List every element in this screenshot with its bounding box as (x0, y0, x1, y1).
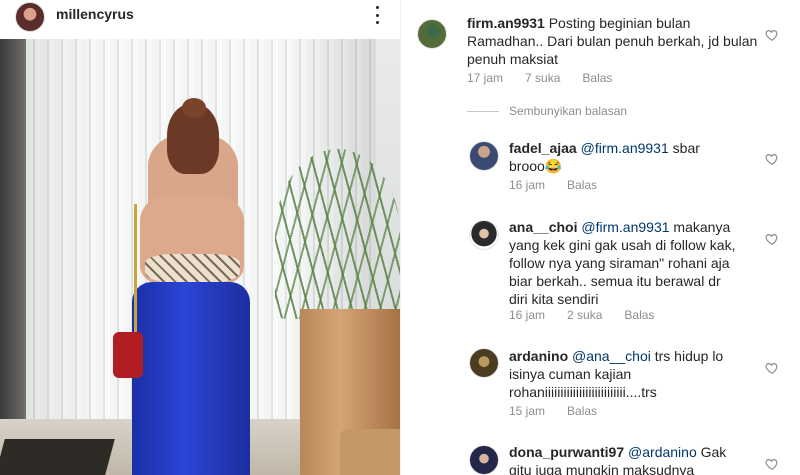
mention-link[interactable]: @firm.an9931 (581, 219, 669, 235)
hide-replies-button[interactable]: Sembunyikan balasan (467, 104, 627, 118)
plant (275, 149, 400, 319)
comment-meta: 17 jam 7 suka Balas (467, 71, 612, 85)
heart-icon[interactable] (765, 232, 779, 246)
post-avatar[interactable] (15, 2, 45, 32)
heart-icon[interactable] (765, 152, 779, 166)
reply-text: dona_purwanti97 @ardanino Gak gitu juga … (509, 443, 739, 475)
post-header: millencyrus (0, 0, 400, 36)
post-photo[interactable] (0, 39, 400, 475)
person-figure (113, 98, 260, 475)
reply-meta: 16 jam Balas (509, 178, 597, 192)
avatar[interactable] (469, 141, 499, 171)
reply-username[interactable]: ana__choi (509, 219, 577, 235)
reply-button[interactable]: Balas (624, 308, 654, 322)
reply-text: fadel_ajaa @firm.an9931 sbar brooo😂 (509, 139, 739, 175)
reply-text: ardanino @ana__choi trs hidup lo isinya … (509, 347, 739, 401)
reply-time[interactable]: 16 jam (509, 308, 545, 322)
handbag (113, 332, 143, 378)
avatar[interactable] (469, 348, 499, 378)
comment-username[interactable]: firm.an9931 (467, 15, 545, 31)
reply-username[interactable]: ardanino (509, 348, 568, 364)
mention-link[interactable]: @ana__choi (572, 348, 651, 364)
reply-button[interactable]: Balas (582, 71, 612, 85)
comment-likes[interactable]: 7 suka (525, 71, 560, 85)
reply-button[interactable]: Balas (567, 404, 597, 418)
avatar[interactable] (469, 445, 499, 475)
mention-link[interactable]: @firm.an9931 (581, 140, 669, 156)
reply-username[interactable]: dona_purwanti97 (509, 444, 624, 460)
reply-time[interactable]: 15 jam (509, 404, 545, 418)
reply-text: ana__choi @firm.an9931 makanya yang kek … (509, 218, 739, 308)
comment-text: firm.an9931 Posting beginian bulan Ramad… (467, 14, 762, 68)
post-username[interactable]: millencyrus (56, 6, 134, 22)
avatar[interactable] (417, 19, 447, 49)
heart-icon[interactable] (765, 457, 779, 471)
reply-button[interactable]: Balas (567, 178, 597, 192)
more-options-icon[interactable] (370, 4, 384, 26)
reply-likes[interactable]: 2 suka (567, 308, 602, 322)
post-panel: millencyrus (0, 0, 400, 475)
mention-link[interactable]: @ardanino (628, 444, 697, 460)
reply-time[interactable]: 16 jam (509, 178, 545, 192)
reply-meta: 16 jam 2 suka Balas (509, 308, 654, 322)
comment-time[interactable]: 17 jam (467, 71, 503, 85)
heart-icon[interactable] (765, 28, 779, 42)
heart-icon[interactable] (765, 361, 779, 375)
avatar[interactable] (469, 220, 499, 250)
reply-username[interactable]: fadel_ajaa (509, 140, 577, 156)
reply-meta: 15 jam Balas (509, 404, 597, 418)
